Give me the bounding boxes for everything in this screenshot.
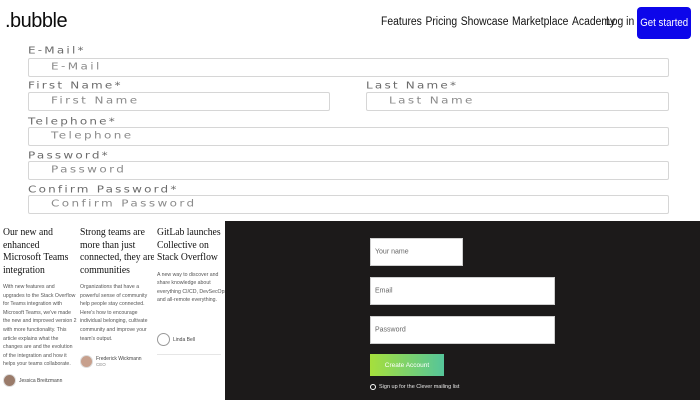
nav-pricing[interactable]: Pricing [425, 16, 457, 28]
author-name: Linda Bell [173, 336, 195, 343]
news-author[interactable]: Linda Bell [157, 333, 195, 346]
nav-showcase[interactable]: Showcase [461, 16, 509, 28]
telephone-field[interactable]: Telephone [28, 127, 669, 146]
mailing-list-checkbox[interactable] [370, 384, 376, 390]
news-title[interactable]: GitLab launches Collective on Stack Over… [157, 227, 231, 265]
login-link[interactable]: Log in [606, 16, 634, 28]
telephone-placeholder: Telephone [51, 130, 134, 141]
author-avatar [157, 333, 170, 346]
last-name-label: Last Name* [366, 80, 459, 91]
your-name-placeholder: Your name [375, 248, 409, 256]
confirm-password-field[interactable]: Confirm Password [28, 195, 669, 214]
news-body: Organizations that have a powerful sense… [80, 284, 148, 342]
last-name-field[interactable]: Last Name [366, 92, 669, 111]
author-avatar [80, 355, 93, 368]
password-label: Password* [28, 150, 110, 161]
dark-signup-panel: Your name Email Password Create Account … [225, 221, 700, 400]
news-body: A new way to discover and share knowledg… [157, 271, 229, 304]
news-strip: Our new and enhanced Microsoft Teams int… [0, 221, 229, 400]
news-author[interactable]: Jessica Breitzmann [3, 374, 62, 387]
first-name-field[interactable]: First Name [28, 92, 330, 111]
news-card-gitlab[interactable]: GitLab launches Collective on Stack Over… [157, 221, 231, 400]
email-label: E-Mail* [28, 45, 86, 56]
get-started-button[interactable]: Get started [637, 7, 691, 39]
first-name-placeholder: First Name [51, 95, 140, 106]
divider [157, 354, 221, 355]
news-card-communities[interactable]: Strong teams are more than just connecte… [80, 221, 154, 400]
telephone-label: Telephone* [28, 116, 117, 127]
password-placeholder: Password [375, 326, 406, 334]
mailing-list-label: Sign up for the Clever mailing list [379, 384, 460, 390]
password-placeholder: Password [51, 164, 127, 175]
news-author[interactable]: Frederick Wickmann CEO [80, 355, 142, 368]
email-placeholder: E-Mail [51, 61, 102, 72]
author-role: CEO [96, 362, 106, 367]
password-input[interactable]: Password [370, 316, 555, 344]
author-avatar [3, 374, 16, 387]
password-field[interactable]: Password [28, 161, 669, 180]
email-field[interactable]: E-Mail [28, 58, 669, 77]
mailing-list-option[interactable]: Sign up for the Clever mailing list [370, 384, 459, 390]
create-account-button[interactable]: Create Account [370, 354, 444, 376]
your-name-input[interactable]: Your name [370, 238, 463, 266]
email-placeholder: Email [375, 287, 393, 295]
email-input[interactable]: Email [370, 277, 555, 305]
news-body: With new features and upgrades to the St… [3, 284, 77, 368]
confirm-password-label: Confirm Password* [28, 184, 179, 195]
confirm-password-placeholder: Confirm Password [51, 198, 197, 209]
top-navbar: .bubble Features Pricing Showcase Market… [0, 0, 700, 46]
nav-marketplace[interactable]: Marketplace [512, 16, 568, 28]
nav-features[interactable]: Features [381, 16, 422, 28]
get-started-label: Get started [640, 17, 688, 29]
last-name-placeholder: Last Name [389, 95, 475, 106]
main-nav: Features Pricing Showcase Marketplace Ac… [381, 16, 615, 28]
signup-form: E-Mail* E-Mail First Name* Last Name* Fi… [0, 45, 700, 221]
author-name: Jessica Breitzmann [19, 377, 63, 384]
news-title[interactable]: Our new and enhanced Microsoft Teams int… [3, 227, 77, 277]
news-title[interactable]: Strong teams are more than just connecte… [80, 227, 154, 277]
first-name-label: First Name* [28, 80, 123, 91]
bubble-logo[interactable]: .bubble [5, 10, 68, 33]
